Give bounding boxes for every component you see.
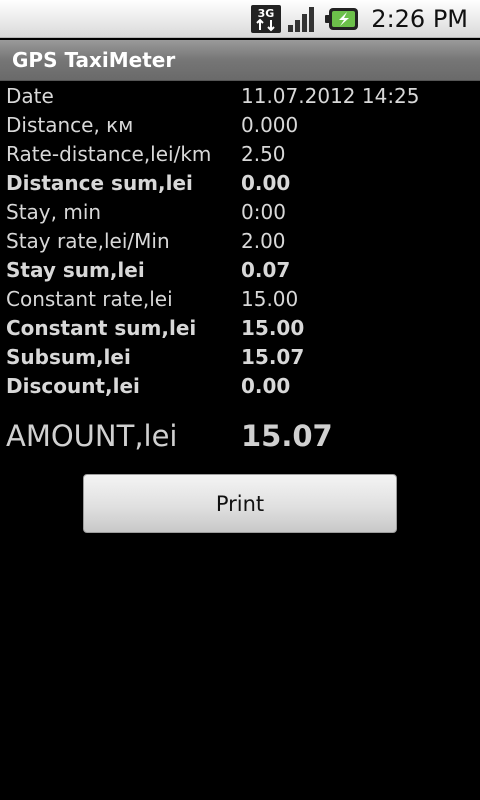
battery-charging-icon [325,8,359,30]
row-rate-distance: Rate-distance,lei/km 2.50 [0,140,480,169]
amount-value: 15.07 [241,419,333,453]
row-value: 0.07 [241,258,291,282]
row-value: 0:00 [241,200,286,224]
row-discount: Discount,lei 0.00 [0,372,480,401]
clock: 2:26 PM [371,5,468,33]
row-label: Constant sum,lei [6,316,197,340]
3g-data-icon: 3G [251,5,282,33]
row-value: 0.00 [241,171,291,195]
row-stay-rate: Stay rate,lei/Min 2.00 [0,227,480,256]
row-value: 0.000 [241,113,299,137]
title-bar: GPS TaxiMeter [0,40,480,81]
status-bar: 3G 2:26 PM [0,0,480,38]
row-label: Distance, км [6,113,134,137]
receipt-table: Date 11.07.2012 14:25 Distance, км 0.000… [0,82,480,401]
row-label: Distance sum,lei [6,171,193,195]
signal-strength-icon [288,7,315,32]
app-title: GPS TaxiMeter [12,48,176,72]
row-label: Stay, min [6,200,102,224]
row-value: 15.00 [241,287,299,311]
row-date: Date 11.07.2012 14:25 [0,82,480,111]
status-icons: 3G 2:26 PM [251,5,468,33]
row-label: Stay sum,lei [6,258,145,282]
row-value: 15.00 [241,316,305,340]
row-subsum: Subsum,lei 15.07 [0,343,480,372]
row-label: Constant rate,lei [6,287,173,311]
row-label: Rate-distance,lei/km [6,142,212,166]
row-stay-sum: Stay sum,lei 0.07 [0,256,480,285]
row-value: 11.07.2012 14:25 [241,84,420,108]
row-constant-sum: Constant sum,lei 15.00 [0,314,480,343]
row-label: Discount,lei [6,374,140,398]
row-value: 2.00 [241,229,286,253]
row-distance-sum: Distance sum,lei 0.00 [0,169,480,198]
row-constant-rate: Constant rate,lei 15.00 [0,285,480,314]
print-button[interactable]: Print [83,474,397,533]
svg-text:3G: 3G [258,7,275,20]
row-value: 0.00 [241,374,291,398]
row-stay: Stay, min 0:00 [0,198,480,227]
row-label: Stay rate,lei/Min [6,229,170,253]
row-distance: Distance, км 0.000 [0,111,480,140]
amount-label: AMOUNT,lei [6,419,178,453]
row-value: 15.07 [241,345,305,369]
amount-row: AMOUNT,lei 15.07 [0,414,480,458]
row-label: Subsum,lei [6,345,131,369]
row-value: 2.50 [241,142,286,166]
row-label: Date [6,84,54,108]
